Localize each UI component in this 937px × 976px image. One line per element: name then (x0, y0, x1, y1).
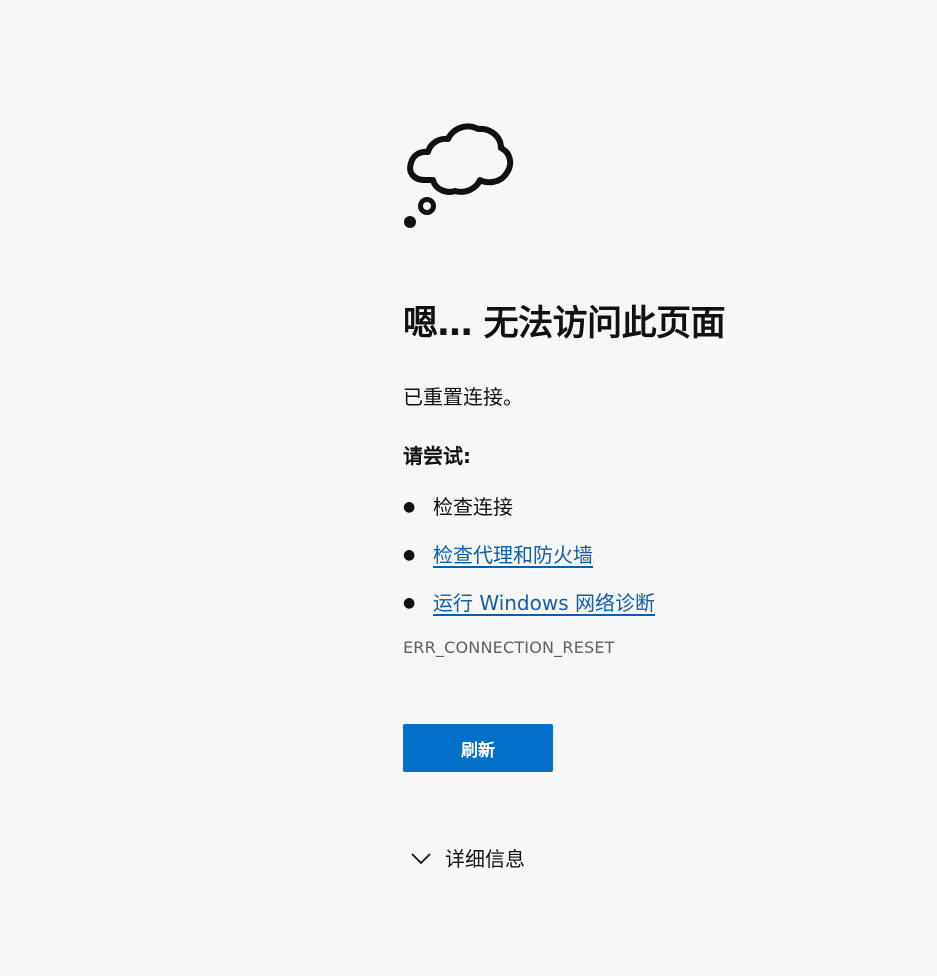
suggestion-text: 检查连接 (433, 495, 513, 519)
bullet-icon: ● (403, 499, 416, 515)
error-page: 嗯… 无法访问此页面 已重置连接。 请尝试: ● 检查连接 ● 检查代理和防火墙… (0, 0, 937, 976)
error-description: 已重置连接。 (403, 385, 523, 409)
suggestion-check-proxy-firewall: ● 检查代理和防火墙 (403, 540, 883, 570)
details-label: 详细信息 (445, 847, 525, 871)
suggestion-list: ● 检查连接 ● 检查代理和防火墙 ● 运行 Windows 网络诊断 (403, 492, 883, 618)
error-content: 嗯… 无法访问此页面 已重置连接。 请尝试: ● 检查连接 ● 检查代理和防火墙… (403, 120, 883, 874)
page-title: 嗯… 无法访问此页面 (403, 304, 726, 344)
try-heading: 请尝试: (403, 444, 471, 468)
refresh-button[interactable]: 刷新 (403, 724, 553, 772)
bullet-icon: ● (403, 547, 416, 563)
suggestion-network-diagnostics: ● 运行 Windows 网络诊断 (403, 588, 883, 618)
chevron-down-icon (411, 853, 431, 865)
bullet-icon: ● (403, 595, 416, 611)
run-network-diagnostics-link[interactable]: 运行 Windows 网络诊断 (433, 591, 655, 615)
error-code: ERR_CONNECTION_RESET (403, 638, 615, 657)
suggestion-check-connection: ● 检查连接 (403, 492, 883, 522)
details-toggle[interactable]: 详细信息 (403, 844, 883, 874)
check-proxy-firewall-link[interactable]: 检查代理和防火墙 (433, 543, 593, 567)
thought-cloud-icon (404, 123, 514, 228)
